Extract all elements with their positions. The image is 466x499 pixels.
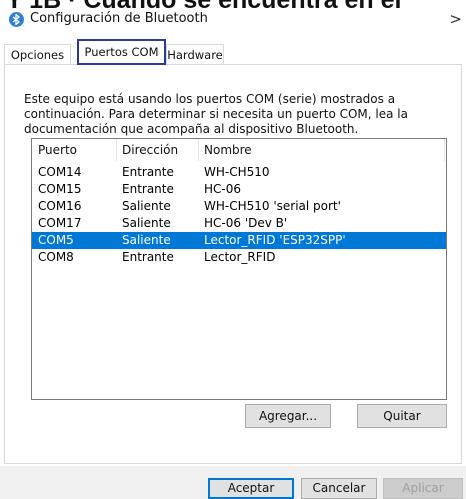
name-cell: HC-06 'Dev B': [204, 216, 288, 230]
column-header-port[interactable]: Puerto: [38, 143, 77, 157]
direction-cell: Saliente: [122, 216, 171, 230]
list-header: Puerto Dirección Nombre: [32, 139, 446, 161]
window-title: Configuración de Bluetooth: [30, 11, 208, 26]
port-cell: COM15: [38, 182, 82, 196]
name-cell: HC-06: [204, 182, 242, 196]
title-bar: Configuración de Bluetooth >: [0, 10, 466, 32]
accept-button[interactable]: Aceptar: [208, 478, 294, 499]
description-line: Este equipo está usando los puertos COM …: [24, 92, 396, 106]
bluetooth-icon: [9, 12, 24, 27]
port-cell: COM5: [38, 233, 74, 247]
name-cell: WH-CH510 'serial port': [204, 199, 341, 213]
table-row[interactable]: COM16 Saliente WH-CH510 'serial port': [32, 198, 446, 215]
port-cell: COM14: [38, 165, 82, 179]
column-divider[interactable]: [444, 139, 445, 161]
tab-opciones[interactable]: Opciones: [4, 44, 71, 64]
port-cell: COM8: [38, 250, 74, 264]
name-cell: WH-CH510: [204, 165, 270, 179]
direction-cell: Entrante: [122, 250, 174, 264]
column-header-name[interactable]: Nombre: [204, 143, 252, 157]
direction-cell: Saliente: [122, 233, 171, 247]
direction-cell: Entrante: [122, 165, 174, 179]
port-cell: COM17: [38, 216, 82, 230]
table-row[interactable]: COM17 Saliente HC-06 'Dev B': [32, 215, 446, 232]
tab-hardware[interactable]: Hardware: [166, 44, 224, 64]
description-line: continuación. Para determinar si necesit…: [24, 107, 408, 121]
column-divider[interactable]: [116, 139, 117, 161]
table-row-selected[interactable]: COM5 Saliente Lector_RFID 'ESP32SPP': [32, 232, 446, 249]
name-cell: Lector_RFID 'ESP32SPP': [204, 233, 346, 247]
name-cell: Lector_RFID: [204, 250, 276, 264]
direction-cell: Entrante: [122, 182, 174, 196]
description-text: Este equipo está usando los puertos COM …: [24, 92, 444, 137]
direction-cell: Saliente: [122, 199, 171, 213]
table-row[interactable]: COM15 Entrante HC-06: [32, 181, 446, 198]
column-divider[interactable]: [198, 139, 199, 161]
apply-button[interactable]: Aplicar: [383, 478, 463, 499]
cancel-button[interactable]: Cancelar: [301, 478, 377, 499]
table-row[interactable]: COM14 Entrante WH-CH510: [32, 164, 446, 181]
description-line: documentación que acompaña al dispositiv…: [24, 122, 359, 136]
com-ports-list[interactable]: Puerto Dirección Nombre COM14 Entrante W…: [31, 138, 447, 400]
port-cell: COM16: [38, 199, 82, 213]
column-header-direction[interactable]: Dirección: [122, 143, 178, 157]
add-button[interactable]: Agregar...: [245, 404, 331, 428]
table-row[interactable]: COM8 Entrante Lector_RFID: [32, 249, 446, 266]
remove-button[interactable]: Quitar: [357, 404, 447, 428]
tab-puertos-com[interactable]: Puertos COM: [77, 39, 166, 65]
close-button[interactable]: >: [449, 10, 462, 28]
